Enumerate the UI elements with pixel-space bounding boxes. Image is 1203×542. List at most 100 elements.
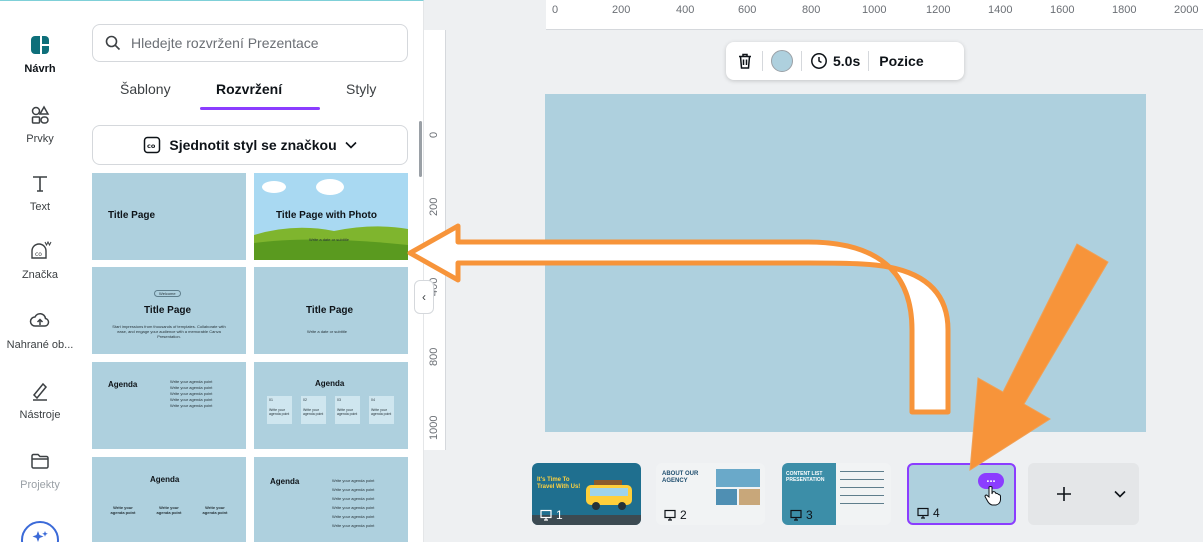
ruler-tick: 200	[428, 197, 440, 216]
plus-icon[interactable]	[1056, 486, 1072, 502]
agenda-point: Write your agenda point	[332, 478, 375, 483]
presentation-icon	[664, 509, 676, 521]
agenda-num: 02	[303, 398, 307, 402]
agenda-num: 03	[337, 398, 341, 402]
rail-item-projects[interactable]: Projekty	[0, 449, 80, 491]
page-thumbnail[interactable]: It's Time To Travel With Us! 1	[532, 463, 641, 525]
layout-card[interactable]: Title Page Write a date or subtitle	[254, 267, 408, 354]
ruler-tick: 0	[552, 4, 559, 16]
layout-title: Title Page with Photo	[276, 210, 377, 221]
page-number-text: 1	[556, 508, 563, 522]
layout-title: Agenda	[315, 379, 345, 388]
layout-card[interactable]: Welcome Title Page Start impressions fro…	[92, 267, 246, 354]
ruler-tick: 1400	[988, 4, 1013, 16]
layout-title: Agenda	[150, 475, 180, 484]
svg-text:co: co	[147, 142, 156, 150]
rail-item-design[interactable]: Návrh	[0, 33, 80, 75]
presentation-icon	[540, 509, 552, 521]
magic-ai-button[interactable]	[21, 521, 59, 542]
elements-icon	[28, 103, 52, 127]
agenda-num: 01	[269, 398, 273, 402]
van-illustration	[586, 480, 632, 510]
agenda-point: Write your agenda point	[332, 523, 375, 528]
rail-label: Nástroje	[19, 409, 61, 421]
match-brand-label: Sjednotit styl se značkou	[169, 137, 337, 153]
thumb-photo	[739, 489, 760, 505]
search-icon	[105, 35, 121, 51]
active-tab-underline	[200, 107, 320, 110]
layout-card[interactable]: Agenda 01 Write your agenda point 02 Write…	[254, 362, 408, 449]
rail-item-uploads[interactable]: Nahrané ob...	[0, 309, 80, 351]
agenda-col: Write your agenda point	[110, 505, 136, 515]
agenda-col: Write your agenda point	[202, 505, 228, 515]
page-number: 3	[790, 508, 813, 522]
slide-canvas[interactable]	[545, 94, 1146, 432]
position-button[interactable]: Pozice	[879, 53, 923, 69]
agenda-point: Write your agenda point	[371, 408, 392, 416]
page-number-text: 4	[933, 506, 940, 520]
layout-card[interactable]: Title Page	[92, 173, 246, 260]
trash-icon[interactable]	[736, 52, 754, 70]
canva-editor: Návrh Prvky Text co Značka Nahrané ob...	[0, 0, 1203, 542]
agenda-point: Write your agenda point	[337, 408, 358, 416]
layout-subtitle: Write a date or subtitle	[307, 329, 347, 334]
svg-text:co: co	[35, 251, 42, 258]
agenda-point: Write your agenda point	[170, 403, 213, 408]
layouts-panel: Hledejte rozvržení Prezentace Šablony Ro…	[80, 0, 424, 542]
rail-item-text[interactable]: Text	[0, 171, 80, 213]
page-toolbar: 5.0s Pozice	[726, 42, 964, 80]
ruler-tick: 2000	[1174, 4, 1199, 16]
search-input[interactable]: Hledejte rozvržení Prezentace	[92, 24, 408, 62]
page-number-text: 3	[806, 508, 813, 522]
page-number: 1	[540, 508, 563, 522]
chevron-down-icon[interactable]	[1114, 490, 1126, 498]
page-thumbnail-selected[interactable]: ... 4	[907, 463, 1016, 525]
tab-styles[interactable]: Styly	[346, 81, 376, 97]
tab-templates[interactable]: Šablony	[120, 81, 171, 97]
match-brand-button[interactable]: co Sjednotit styl se značkou	[92, 125, 408, 165]
sparkle-icon	[32, 531, 48, 542]
brand-kit-icon: co	[144, 136, 161, 154]
agenda-bullets: Write your agenda point Write your agend…	[332, 476, 374, 530]
rail-item-brand[interactable]: co Značka	[0, 239, 80, 281]
page-thumbnail[interactable]: CONTENT LIST PRESENTATION 3	[782, 463, 891, 525]
layout-title: Agenda	[108, 380, 138, 389]
ruler-vertical: 0 200 400 800 1000	[424, 30, 446, 450]
rail-label: Nahrané ob...	[6, 339, 74, 351]
presentation-icon	[790, 509, 802, 521]
layout-card[interactable]: Agenda Write your agenda point Write you…	[92, 457, 246, 542]
folder-icon	[28, 449, 52, 473]
text-icon	[28, 171, 52, 195]
layout-card[interactable]: Agenda Write your agenda point Write you…	[92, 362, 246, 449]
thumb-headline: ABOUT OUR AGENCY	[662, 471, 699, 484]
ruler-tick: 1800	[1112, 4, 1137, 16]
hand-cursor-icon	[984, 486, 1001, 506]
agenda-point: Write your agenda point	[332, 505, 375, 510]
page-thumbnail[interactable]: ABOUT OUR AGENCY 2	[656, 463, 765, 525]
tools-icon	[28, 379, 52, 403]
agenda-box: 03 Write your agenda point	[335, 396, 360, 424]
layout-subtitle: Write a date or subtitle	[309, 237, 349, 242]
thumb-photo	[716, 489, 737, 505]
thumb-list-lines	[840, 471, 884, 472]
layout-title: Title Page	[144, 305, 192, 316]
rail-item-elements[interactable]: Prvky	[0, 103, 80, 145]
duration-button[interactable]: 5.0s	[833, 53, 860, 69]
ruler-tick: 800	[428, 347, 440, 366]
panel-scrollbar[interactable]	[419, 121, 422, 177]
background-color-swatch[interactable]	[771, 50, 793, 72]
agenda-point: Write your agenda point	[332, 514, 375, 519]
page-number: 4	[917, 506, 940, 520]
thumb-headline: CONTENT LIST PRESENTATION	[786, 471, 825, 483]
presentation-icon	[917, 507, 929, 519]
tab-layouts[interactable]: Rozvržení	[216, 81, 282, 97]
design-icon	[28, 33, 52, 57]
ruler-tick: 1000	[862, 4, 887, 16]
layout-card[interactable]: Title Page with Photo Write a date or su…	[254, 173, 408, 260]
left-rail: Návrh Prvky Text co Značka Nahrané ob...	[0, 0, 80, 542]
layout-badge: Welcome	[154, 290, 181, 297]
agenda-num: 04	[371, 398, 375, 402]
layout-card[interactable]: Agenda Write your agenda point Write you…	[254, 457, 408, 542]
rail-item-tools[interactable]: Nástroje	[0, 379, 80, 421]
collapse-panel-button[interactable]: ‹	[414, 280, 434, 314]
